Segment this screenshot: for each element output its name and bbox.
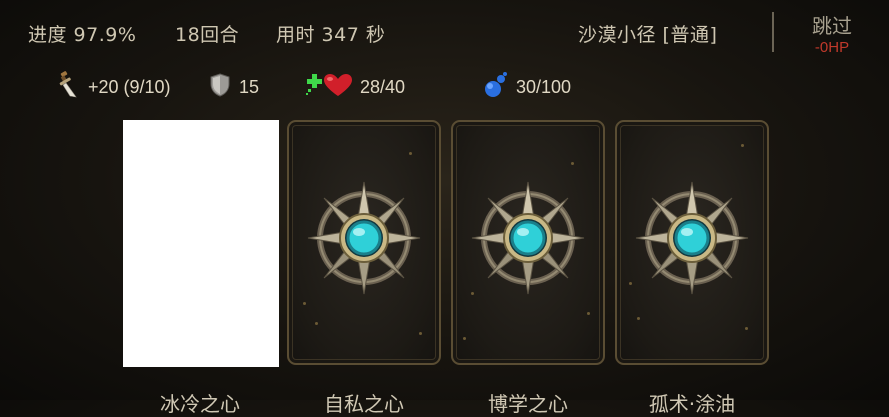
card-revealed-1[interactable] — [123, 120, 279, 367]
attack-value: +20 (9/10) — [88, 76, 171, 97]
shield-icon — [209, 72, 231, 102]
card-label-1: 冰冷之心 — [160, 392, 240, 416]
player-stats-bar: +20 (9/10) 15 28/40 30/100 — [0, 70, 889, 104]
health-value: 28/40 — [360, 76, 406, 97]
card-face-down-4[interactable] — [615, 120, 769, 365]
skip-button[interactable]: 跳过 -0HP — [786, 10, 878, 56]
dagger-icon — [58, 70, 80, 104]
heal-heart-icon — [306, 72, 352, 103]
compass-star-gem-icon — [634, 180, 750, 300]
mana-stat: 30/100 — [484, 71, 572, 103]
elapsed-time: 用时 347 秒 — [276, 24, 386, 46]
compass-star-gem-icon — [306, 180, 422, 300]
stage-name: 沙漠小径 [普通] — [578, 24, 718, 46]
armor-stat: 15 — [209, 72, 259, 102]
health-stat: 28/40 — [306, 72, 405, 102]
card-label-3: 博学之心 — [488, 392, 568, 416]
progress-text: 进度 97.9% — [28, 24, 137, 46]
armor-value: 15 — [239, 76, 260, 97]
round-counter: 18回合 — [175, 24, 240, 46]
card-face-down-2[interactable] — [287, 120, 441, 365]
mana-potion-icon — [484, 71, 508, 103]
divider — [772, 12, 774, 52]
card-face-down-3[interactable] — [451, 120, 605, 365]
skip-label: 跳过 — [812, 14, 852, 38]
card-label-2: 自私之心 — [324, 392, 404, 416]
skip-cost: -0HP — [814, 39, 850, 56]
mana-value: 30/100 — [516, 76, 572, 97]
compass-star-gem-icon — [470, 180, 586, 300]
card-label-4: 孤术·涂油 — [648, 392, 736, 416]
top-status-bar: 进度 97.9% 18回合 用时 347 秒 沙漠小径 [普通] 跳过 -0HP — [0, 0, 889, 64]
attack-stat: +20 (9/10) — [58, 70, 171, 104]
